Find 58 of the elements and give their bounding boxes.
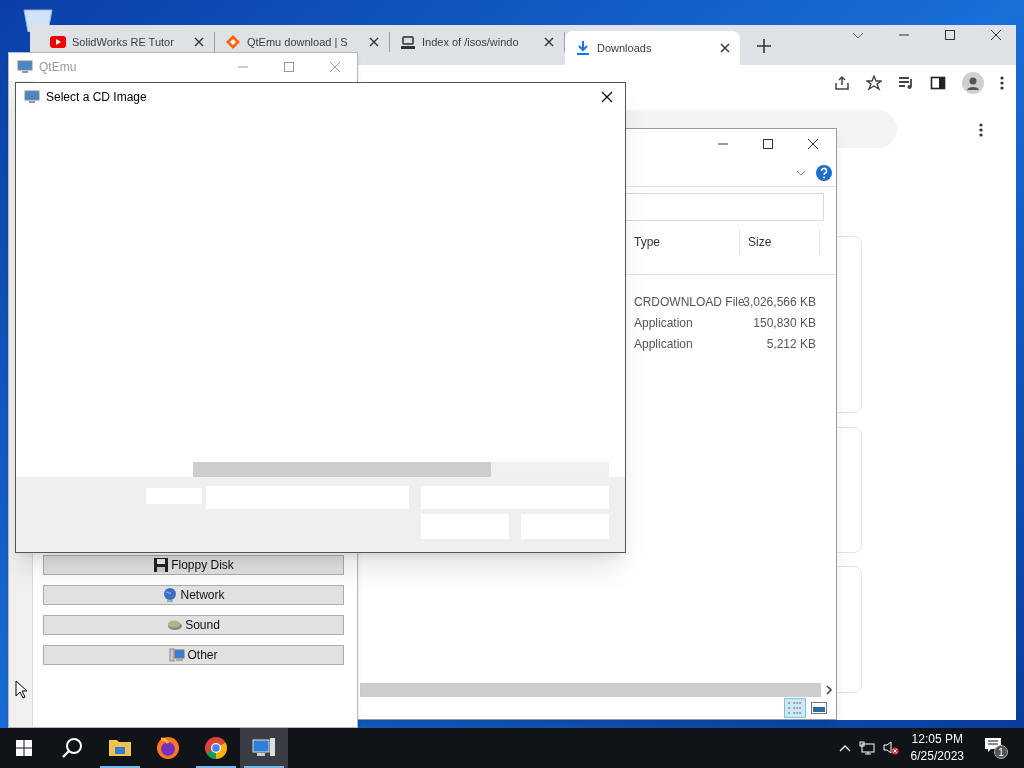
profile-icon[interactable]	[962, 71, 984, 94]
table-cell-text: 5,212 KB	[765, 335, 817, 353]
computer-icon	[400, 34, 416, 50]
firefox-icon	[155, 735, 181, 761]
computer-icon	[17, 60, 33, 74]
notification-button[interactable]: 1	[984, 735, 1010, 761]
computer-icon	[169, 647, 186, 663]
table-cell-text: Application	[633, 335, 694, 353]
share-icon[interactable]	[834, 74, 850, 91]
window-title: QtEmu	[39, 59, 78, 76]
tab-title: Index of /isos/windo	[422, 34, 520, 50]
cursor-icon	[15, 680, 27, 699]
maximize-icon[interactable]	[762, 138, 774, 150]
image-icon	[811, 702, 827, 714]
muted-speaker-icon[interactable]	[882, 740, 899, 756]
notification-badge: 1	[994, 745, 1008, 759]
chrome-icon	[203, 735, 229, 761]
close-icon[interactable]	[544, 37, 554, 47]
network-icon[interactable]	[858, 741, 875, 755]
media-icon[interactable]	[898, 74, 914, 91]
close-icon[interactable]	[194, 37, 204, 47]
kebab-menu-icon[interactable]	[1000, 75, 1004, 90]
table-cell-text: Application	[633, 314, 694, 332]
new-tab-icon[interactable]	[757, 39, 771, 53]
close-icon[interactable]	[720, 43, 730, 53]
device-button[interactable]: Sound	[43, 615, 344, 635]
tab-title: SolidWorks RE Tutor	[72, 34, 175, 50]
browser-tab[interactable]: Index of /isos/windo	[390, 32, 565, 52]
scrollbar-thumb[interactable]	[360, 682, 821, 697]
tab-title: Downloads	[597, 40, 653, 56]
download-icon	[575, 40, 591, 56]
close-icon[interactable]	[807, 138, 819, 150]
help-icon[interactable]	[816, 164, 832, 181]
play-icon	[50, 34, 66, 50]
close-icon[interactable]	[990, 29, 1002, 41]
scrollbar-thumb[interactable]	[193, 462, 491, 477]
search-icon[interactable]	[61, 737, 83, 759]
column-header[interactable]: Size	[740, 229, 820, 255]
close-icon[interactable]	[601, 91, 613, 103]
browser-tab[interactable]: Downloads	[565, 31, 740, 65]
dialog-title: Select a CD Image	[46, 89, 148, 106]
device-button[interactable]: Network	[43, 585, 344, 605]
close-icon[interactable]	[369, 37, 379, 47]
diamond-icon	[225, 34, 241, 50]
globe-icon	[162, 587, 179, 603]
clock[interactable]: 12:05 PM 6/25/2023	[906, 731, 968, 765]
table-cell-text: 150,830 KB	[752, 314, 817, 332]
details-list-icon	[787, 701, 803, 715]
device-button[interactable]: Floppy Disk	[43, 555, 344, 575]
device-button[interactable]: Other	[43, 645, 344, 665]
taskbar-app-button[interactable]	[240, 728, 288, 768]
computer-icon	[24, 90, 40, 104]
maximize-icon[interactable]	[944, 29, 956, 41]
windows-start-icon[interactable]	[16, 740, 32, 756]
tab-title: QtEmu download | S	[247, 34, 349, 50]
kebab-menu-icon[interactable]	[979, 123, 983, 137]
star-icon[interactable]	[866, 74, 882, 91]
side-panel-icon[interactable]	[930, 74, 946, 91]
